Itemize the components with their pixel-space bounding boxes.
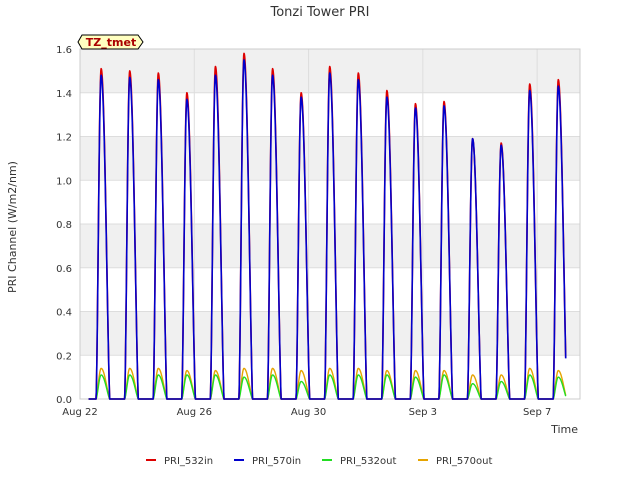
legend: PRI_532in PRI_570in PRI_532out PRI_570out bbox=[146, 456, 492, 467]
y-tick-label: 1.4 bbox=[56, 89, 72, 100]
y-tick-label: 0.6 bbox=[56, 264, 72, 275]
y-tick-label: 1.0 bbox=[56, 176, 72, 187]
legend-label: PRI_570in bbox=[252, 456, 301, 467]
x-axis-label: Time bbox=[550, 423, 578, 436]
x-tick-label: Sep 7 bbox=[523, 407, 551, 418]
x-tick-label: Aug 22 bbox=[62, 407, 97, 418]
x-tick-label: Aug 26 bbox=[177, 407, 212, 418]
chart-title: Tonzi Tower PRI bbox=[270, 5, 370, 20]
y-tick-label: 1.2 bbox=[56, 133, 72, 144]
pri-chart: 0.0 0.2 0.4 0.6 0.8 1.0 1.2 1.4 1.6 Aug 22 Aug 26… bbox=[6, 5, 581, 467]
site-label: TZ_tmet bbox=[86, 36, 136, 49]
x-tick-label: Sep 3 bbox=[409, 407, 437, 418]
y-axis-ticks: 0.0 0.2 0.4 0.6 0.8 1.0 1.2 1.4 1.6 bbox=[56, 45, 72, 406]
legend-label: PRI_532out bbox=[340, 456, 396, 467]
y-tick-label: 0.2 bbox=[56, 351, 72, 362]
y-tick-label: 0.8 bbox=[56, 220, 72, 231]
x-tick-label: Aug 30 bbox=[291, 407, 326, 418]
site-label-box: TZ_tmet bbox=[77, 34, 144, 50]
legend-label: PRI_532in bbox=[164, 456, 213, 467]
plot-band bbox=[80, 136, 580, 181]
y-tick-label: 0.4 bbox=[56, 308, 72, 319]
y-tick-label: 1.6 bbox=[56, 45, 72, 56]
y-axis-label: PRI Channel (W/m2/nm) bbox=[6, 161, 19, 293]
legend-label: PRI_570out bbox=[436, 456, 492, 467]
y-tick-label: 0.0 bbox=[56, 395, 72, 406]
x-axis-ticks: Aug 22 Aug 26 Aug 30 Sep 3 Sep 7 bbox=[62, 407, 551, 418]
